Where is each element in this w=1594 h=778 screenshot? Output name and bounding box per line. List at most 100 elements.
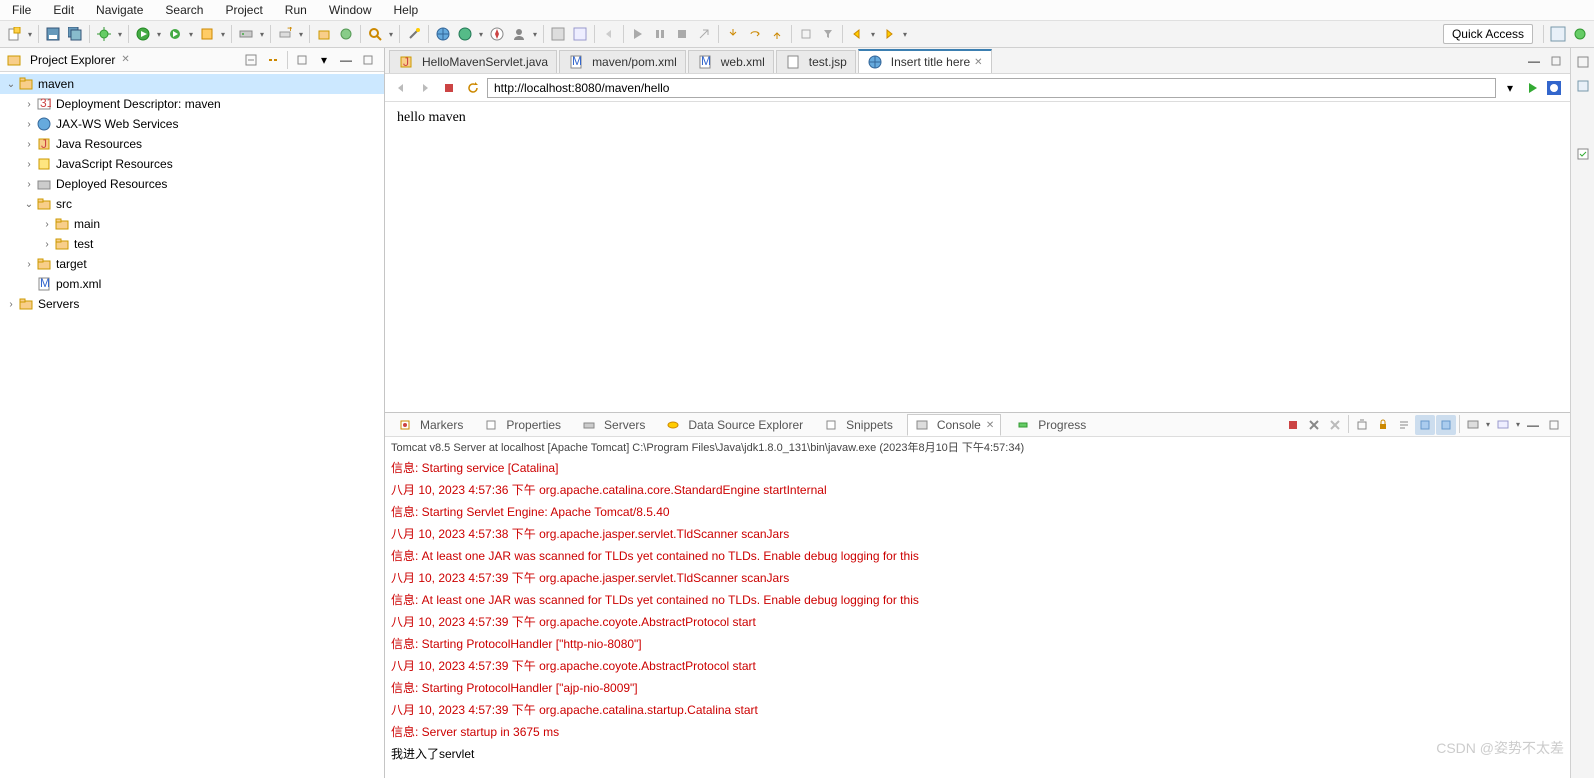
step-into-button[interactable]	[723, 24, 743, 44]
tree-item[interactable]: Mpom.xml	[0, 274, 384, 294]
resume-button[interactable]	[628, 24, 648, 44]
dropdown-icon[interactable]: ▾	[869, 30, 877, 39]
remove-all-button[interactable]	[1325, 415, 1345, 435]
menu-run[interactable]: Run	[277, 1, 315, 19]
editor-tab[interactable]: Mmaven/pom.xml	[559, 50, 686, 73]
new-button[interactable]	[4, 24, 24, 44]
drop-frame-button[interactable]	[796, 24, 816, 44]
close-icon[interactable]: ✕	[121, 54, 129, 65]
menu-project[interactable]: Project	[217, 1, 270, 19]
expand-icon[interactable]: ›	[4, 299, 18, 310]
expand-icon[interactable]: ⌄	[22, 199, 36, 210]
tree-item[interactable]: ›main	[0, 214, 384, 234]
go-button[interactable]	[1524, 80, 1540, 96]
terminate-button[interactable]	[1283, 415, 1303, 435]
perspective-java-ee-button[interactable]	[1548, 24, 1568, 44]
editor-tab[interactable]: Insert title here✕	[858, 49, 992, 73]
dropdown-icon[interactable]: ▾	[219, 30, 227, 39]
editor-tab[interactable]: JHelloMavenServlet.java	[389, 50, 557, 73]
bottom-tab-servers[interactable]: Servers	[575, 415, 651, 435]
dropdown-icon[interactable]: ▾	[116, 30, 124, 39]
url-dropdown-button[interactable]: ▾	[1500, 78, 1520, 98]
menu-navigate[interactable]: Navigate	[88, 1, 151, 19]
step-filter-button[interactable]	[818, 24, 838, 44]
word-wrap-button[interactable]	[1394, 415, 1414, 435]
tree-item[interactable]: ⌄maven	[0, 74, 384, 94]
tree-item[interactable]: ›JAX-WS Web Services	[0, 114, 384, 134]
save-all-button[interactable]	[65, 24, 85, 44]
menu-help[interactable]: Help	[386, 1, 427, 19]
tree-item[interactable]: ›31Deployment Descriptor: maven	[0, 94, 384, 114]
package-button[interactable]	[314, 24, 334, 44]
pin-console-button[interactable]	[1415, 415, 1435, 435]
dropdown-icon[interactable]: ▾	[187, 30, 195, 39]
step-return-button[interactable]	[767, 24, 787, 44]
browser-stop-button[interactable]	[439, 78, 459, 98]
new-server-button[interactable]: +	[275, 24, 295, 44]
run-last-button[interactable]	[165, 24, 185, 44]
tree-item[interactable]: ›Deployed Resources	[0, 174, 384, 194]
maximize-button[interactable]	[358, 50, 378, 70]
close-icon[interactable]: ✕	[974, 57, 982, 68]
dropdown-icon[interactable]: ▾	[26, 30, 34, 39]
menu-edit[interactable]: Edit	[45, 1, 82, 19]
external-browser-button[interactable]	[1544, 78, 1564, 98]
task-icon[interactable]	[1573, 144, 1593, 164]
toggle-button[interactable]	[548, 24, 568, 44]
nav-forward-button[interactable]	[879, 24, 899, 44]
web-button[interactable]	[455, 24, 475, 44]
open-console-button[interactable]	[1493, 415, 1513, 435]
back-button[interactable]	[599, 24, 619, 44]
menu-file[interactable]: File	[4, 1, 39, 19]
search-button[interactable]	[365, 24, 385, 44]
focus-button[interactable]	[292, 50, 312, 70]
dropdown-icon[interactable]: ▾	[155, 30, 163, 39]
maximize-button[interactable]	[1546, 51, 1566, 71]
close-icon[interactable]: ✕	[986, 420, 994, 431]
dropdown-icon[interactable]: ▾	[258, 30, 266, 39]
quick-access-input[interactable]: Quick Access	[1443, 24, 1533, 44]
bottom-tab-markers[interactable]: Markers	[391, 415, 469, 435]
save-button[interactable]	[43, 24, 63, 44]
menu-search[interactable]: Search	[157, 1, 211, 19]
restore-button[interactable]	[1573, 52, 1593, 72]
tree-item[interactable]: ›JJava Resources	[0, 134, 384, 154]
bottom-tab-properties[interactable]: Properties	[477, 415, 567, 435]
tree-item[interactable]: ›target	[0, 254, 384, 274]
min-button[interactable]: —	[1523, 415, 1543, 435]
dropdown-icon[interactable]: ▾	[477, 30, 485, 39]
expand-icon[interactable]: ›	[40, 239, 54, 250]
stop-button[interactable]	[672, 24, 692, 44]
expand-icon[interactable]: ›	[22, 259, 36, 270]
show-console-button[interactable]	[1436, 415, 1456, 435]
scroll-lock-button[interactable]	[1373, 415, 1393, 435]
remove-launch-button[interactable]	[1304, 415, 1324, 435]
pause-button[interactable]	[650, 24, 670, 44]
expand-icon[interactable]: ›	[22, 179, 36, 190]
view-menu-button[interactable]: ▾	[314, 50, 334, 70]
toggle2-button[interactable]	[570, 24, 590, 44]
browser-button[interactable]	[433, 24, 453, 44]
bottom-tab-data-source-explorer[interactable]: Data Source Explorer	[659, 415, 809, 435]
tree-item[interactable]: ›JavaScript Resources	[0, 154, 384, 174]
step-over-button[interactable]	[745, 24, 765, 44]
minimize-button[interactable]: —	[336, 50, 356, 70]
expand-icon[interactable]: ›	[22, 159, 36, 170]
expand-icon[interactable]: ›	[22, 99, 36, 110]
display-button[interactable]	[1463, 415, 1483, 435]
menu-window[interactable]: Window	[321, 1, 380, 19]
console-output[interactable]: 信息: Starting service [Catalina]八月 10, 20…	[385, 457, 1570, 778]
tree-item[interactable]: ⌄src	[0, 194, 384, 214]
wand-button[interactable]	[404, 24, 424, 44]
type-button[interactable]	[336, 24, 356, 44]
expand-icon[interactable]: ›	[40, 219, 54, 230]
server-button[interactable]	[236, 24, 256, 44]
link-editor-button[interactable]	[263, 50, 283, 70]
tree-item[interactable]: ›Servers	[0, 294, 384, 314]
collapse-all-button[interactable]	[241, 50, 261, 70]
url-input[interactable]	[487, 78, 1496, 98]
nav-back-button[interactable]	[847, 24, 867, 44]
user-button[interactable]	[509, 24, 529, 44]
bottom-tab-console[interactable]: Console✕	[907, 414, 1001, 436]
bottom-tab-progress[interactable]: Progress	[1009, 415, 1092, 435]
